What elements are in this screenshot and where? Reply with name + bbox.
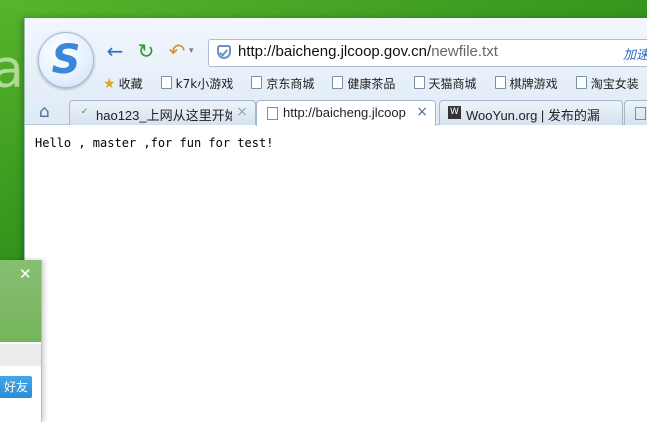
bookmark-label: 收藏: [118, 77, 143, 91]
shield-icon: [217, 45, 231, 59]
logo-glyph: S: [51, 37, 81, 83]
bookmark-tea[interactable]: 健康茶品: [332, 73, 395, 95]
bookmark-tmall[interactable]: 天猫商城: [413, 73, 477, 95]
bookmark-label: 棋牌游戏: [509, 77, 558, 91]
tab-label: hao123_上网从这里开始: [96, 108, 232, 123]
hao123-icon: ✓: [80, 107, 89, 117]
popup-header: ✕: [0, 260, 41, 342]
tab-label: WooYun.org | 发布的漏: [466, 108, 600, 123]
page-icon: [575, 76, 587, 89]
page-icon: [635, 107, 646, 120]
bookmark-label: k7k小游戏: [175, 77, 234, 91]
bookmark-favorites[interactable]: ★ 收藏: [103, 73, 143, 95]
page-icon: [267, 107, 278, 120]
close-icon[interactable]: ×: [236, 104, 248, 120]
page-icon: [251, 76, 263, 89]
bookmark-taobao[interactable]: 淘宝女装: [575, 73, 639, 95]
browser-toolbar: S ← ↻ ↶ ▾ http://baicheng.jlcoop.gov.cn/…: [25, 18, 647, 126]
page-icon: [160, 76, 172, 89]
page-content: Hello , master ,for fun for test!: [25, 125, 647, 422]
tab-newfile[interactable]: http://baicheng.jlcoop ×: [256, 100, 436, 126]
popup-band: [0, 344, 41, 366]
tab-strip: ⌂ ✓ hao123_上网从这里开始 × http://baicheng.jlc…: [25, 98, 647, 126]
sogou-browser-logo[interactable]: S: [38, 32, 94, 88]
bookmark-label: 天猫商城: [428, 77, 477, 91]
bookmark-jd[interactable]: 京东商城: [251, 73, 314, 95]
page-icon: [494, 76, 506, 89]
tab-hao123[interactable]: ✓ hao123_上网从这里开始 ×: [69, 100, 256, 125]
address-url[interactable]: http://baicheng.jlcoop.gov.cn/newfile.tx…: [238, 43, 498, 60]
bookmark-label: 健康茶品: [347, 77, 396, 91]
page-text: Hello , master ,for fun for test!: [35, 136, 274, 150]
close-icon[interactable]: ×: [416, 104, 428, 120]
star-icon: ★: [103, 76, 116, 92]
tab-wooyun[interactable]: W WooYun.org | 发布的漏: [439, 100, 623, 125]
bookmarks-bar: ★ 收藏 k7k小游戏 京东商城 健康茶品 天猫商城 棋牌游戏 淘宝女装: [103, 73, 647, 95]
address-bar[interactable]: http://baicheng.jlcoop.gov.cn/newfile.tx…: [208, 39, 647, 67]
url-host: http://baicheng.jlcoop.gov.cn/: [238, 43, 432, 60]
home-icon[interactable]: ⌂: [39, 102, 50, 122]
notification-popup: ✕ 好友: [0, 260, 42, 422]
bookmark-label: 淘宝女装: [590, 77, 639, 91]
bookmark-games[interactable]: 棋牌游戏: [494, 73, 558, 95]
close-icon[interactable]: ✕: [19, 265, 32, 283]
back-button[interactable]: ←: [104, 40, 126, 62]
accelerate-button[interactable]: 加速: [623, 44, 647, 63]
page-icon: [413, 76, 425, 89]
url-path: newfile.txt: [431, 43, 498, 60]
desktop-letter: a: [0, 40, 24, 100]
undo-close-tab-button[interactable]: ↶: [166, 40, 188, 62]
tab-new[interactable]: [624, 100, 647, 125]
bookmark-label: 京东商城: [266, 77, 315, 91]
browser-window: S ← ↻ ↶ ▾ http://baicheng.jlcoop.gov.cn/…: [24, 18, 647, 422]
tab-label: http://baicheng.jlcoop: [283, 105, 406, 120]
friend-button[interactable]: 好友: [0, 376, 32, 398]
wooyun-icon: W: [448, 106, 461, 119]
bookmark-k7k[interactable]: k7k小游戏: [160, 73, 234, 95]
refresh-button[interactable]: ↻: [135, 40, 157, 62]
chevron-down-icon[interactable]: ▾: [189, 46, 194, 56]
page-icon: [332, 76, 344, 89]
